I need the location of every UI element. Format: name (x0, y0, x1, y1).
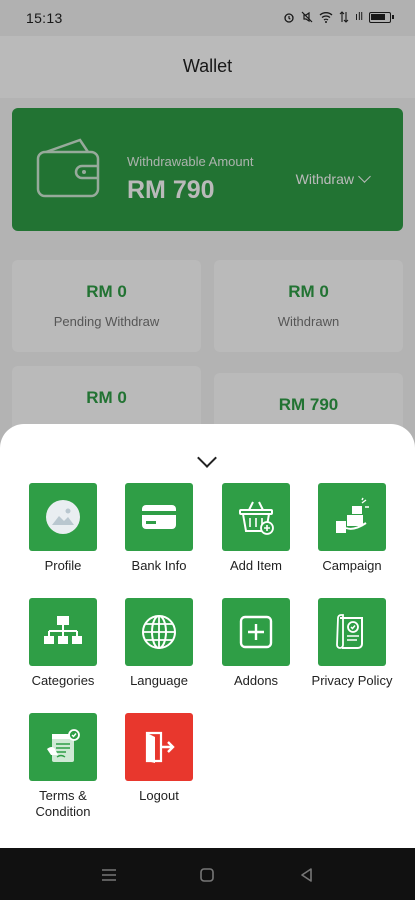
policy-scroll-icon (336, 614, 363, 649)
menu-nav-button[interactable] (98, 864, 120, 886)
menu-item-addons[interactable]: Addons (206, 598, 306, 689)
home-nav-button[interactable] (196, 864, 218, 886)
menu-item-categories[interactable]: Categories (13, 598, 113, 689)
categories-tile (29, 598, 97, 666)
menu-label: Logout (139, 788, 179, 803)
menu-label: Categories (31, 673, 95, 688)
menu-label: Campaign (322, 558, 382, 573)
addons-tile (222, 598, 290, 666)
logout-tile (125, 713, 193, 781)
menu-item-bank-info[interactable]: Bank Info (109, 483, 209, 574)
back-triangle-icon (301, 868, 312, 882)
campaign-icon (336, 497, 369, 533)
bank-info-tile (125, 483, 193, 551)
menu-item-add-item[interactable]: Add Item (206, 483, 306, 574)
menu-label: Privacy Policy (311, 673, 393, 688)
menu-label: Terms & Condition (35, 788, 91, 819)
hamburger-icon (102, 869, 116, 881)
menu-label: Profile (44, 558, 82, 573)
bottom-sheet-menu: Profile Bank Info Add Item Campaign Cate… (0, 424, 415, 848)
menu-item-logout[interactable]: Logout (109, 713, 209, 804)
menu-label: Bank Info (131, 558, 187, 573)
hierarchy-icon (44, 616, 82, 644)
chevron-down-icon[interactable] (197, 448, 217, 468)
plus-square-icon (239, 615, 273, 649)
menu-label: Addons (233, 673, 279, 688)
privacy-policy-tile (318, 598, 386, 666)
globe-icon (142, 615, 176, 649)
terms-document-icon (47, 729, 80, 762)
menu-item-language[interactable]: Language (109, 598, 209, 689)
back-nav-button[interactable] (296, 864, 318, 886)
logout-icon (145, 731, 175, 763)
credit-card-icon (142, 505, 176, 529)
profile-tile (29, 483, 97, 551)
menu-label: Language (130, 673, 188, 688)
basket-add-icon (239, 501, 274, 535)
menu-item-terms-condition[interactable]: Terms & Condition (13, 713, 113, 820)
menu-item-profile[interactable]: Profile (13, 483, 113, 574)
campaign-tile (318, 483, 386, 551)
profile-image-icon (46, 500, 80, 534)
menu-item-privacy-policy[interactable]: Privacy Policy (302, 598, 402, 689)
terms-tile (29, 713, 97, 781)
language-tile (125, 598, 193, 666)
system-nav-bar (0, 848, 415, 900)
menu-item-campaign[interactable]: Campaign (302, 483, 402, 574)
home-square-icon (200, 868, 214, 882)
menu-label: Add Item (229, 558, 283, 573)
add-item-tile (222, 483, 290, 551)
